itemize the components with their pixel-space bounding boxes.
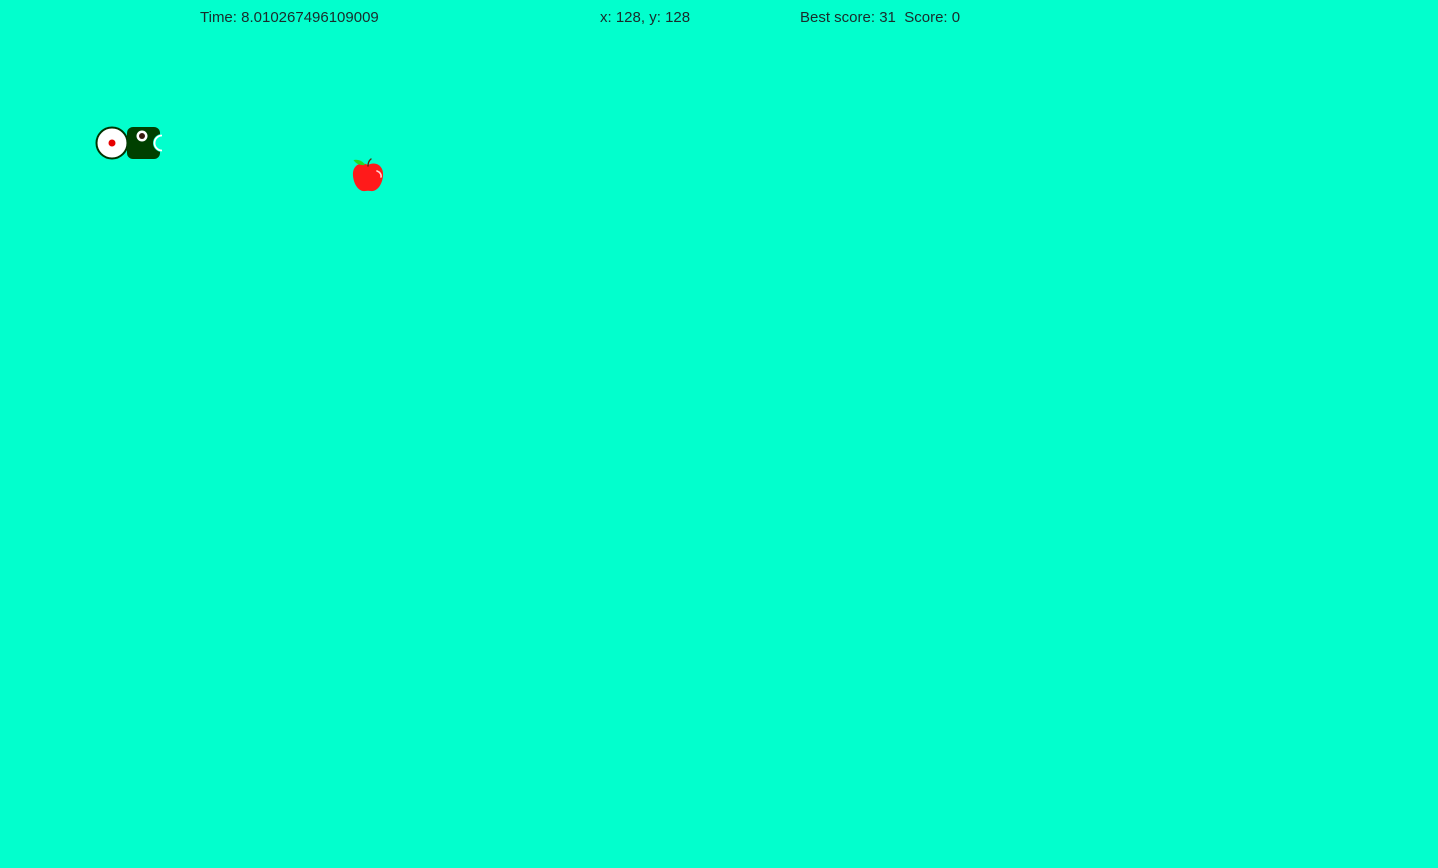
time-label: Time: — [200, 9, 237, 26]
snake-tail-dot — [108, 139, 116, 147]
time-display: Time: 8.010267496109009 — [200, 8, 379, 28]
apple-body — [352, 163, 384, 192]
snake-head-icon — [127, 127, 162, 159]
x-value: 128 — [615, 9, 641, 26]
apple-icon — [352, 158, 384, 192]
time-value: 8.010267496109009 — [241, 9, 379, 26]
apple-leaf — [353, 159, 365, 166]
best-score-label: Best score: — [800, 9, 876, 26]
best-score-value: 31 — [879, 9, 896, 26]
x-label: x: — [600, 9, 612, 26]
score-display: Best score: 31 Score: 0 — [800, 8, 960, 28]
game-board[interactable]: Time: 8.010267496109009 x: 128, y: 128 B… — [0, 0, 1438, 868]
y-value: 128 — [665, 9, 691, 26]
snake-tail-icon — [95, 126, 129, 160]
position-display: x: 128, y: 128 — [600, 9, 691, 26]
y-label: y: — [649, 9, 661, 26]
score-label: Score: — [904, 9, 948, 26]
snake-pupil — [139, 133, 145, 139]
score-value: 0 — [951, 9, 961, 26]
